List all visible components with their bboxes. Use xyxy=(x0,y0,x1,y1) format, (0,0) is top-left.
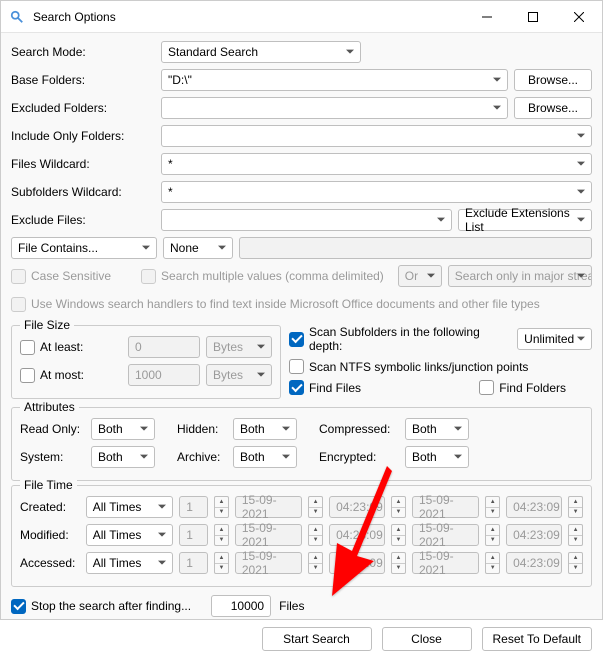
app-icon xyxy=(9,9,25,25)
subfolders-wildcard-label: Subfolders Wildcard: xyxy=(11,185,161,199)
created-date2: 15-09-2021 xyxy=(412,496,479,518)
compressed-label: Compressed: xyxy=(319,422,399,436)
modified-count: 1 xyxy=(179,524,208,546)
accessed-time2: 04:23:09 xyxy=(506,552,562,574)
search-mode-label: Search Mode: xyxy=(11,45,161,59)
created-label: Created: xyxy=(20,500,80,514)
browse-base-button[interactable]: Browse... xyxy=(514,69,592,91)
created-time2-spin: ▲▼ xyxy=(568,496,583,518)
created-count: 1 xyxy=(179,496,208,518)
created-date1: 15-09-2021 xyxy=(235,496,302,518)
scan-subfolders-checkbox[interactable]: Scan Subfolders in the following depth: xyxy=(289,325,505,353)
file-contains-combo[interactable]: File Contains... xyxy=(11,237,157,259)
created-combo[interactable]: All Times xyxy=(86,496,174,518)
files-wildcard-label: Files Wildcard: xyxy=(11,157,161,171)
system-label: System: xyxy=(20,450,85,464)
close-button[interactable]: Close xyxy=(382,627,472,651)
none-combo[interactable]: None xyxy=(163,237,233,259)
accessed-count-spin: ▲▼ xyxy=(214,552,229,574)
system-combo[interactable]: Both xyxy=(91,446,155,468)
at-most-input: 1000 xyxy=(128,364,200,386)
at-least-unit: Bytes xyxy=(206,336,272,358)
read-only-label: Read Only: xyxy=(20,422,85,436)
accessed-date2-spin: ▲▼ xyxy=(485,552,500,574)
at-most-unit: Bytes xyxy=(206,364,272,386)
modified-date1: 15-09-2021 xyxy=(235,524,302,546)
browse-excluded-button[interactable]: Browse... xyxy=(514,97,592,119)
encrypted-label: Encrypted: xyxy=(319,450,399,464)
hidden-label: Hidden: xyxy=(177,422,227,436)
modified-time1: 04:23:09 xyxy=(329,524,385,546)
accessed-date2: 15-09-2021 xyxy=(412,552,479,574)
start-search-button[interactable]: Start Search xyxy=(262,627,372,651)
created-count-spin: ▲▼ xyxy=(214,496,229,518)
created-time2: 04:23:09 xyxy=(506,496,562,518)
base-folders-label: Base Folders: xyxy=(11,73,161,87)
created-time1: 04:23:09 xyxy=(329,496,385,518)
accessed-time1-spin: ▲▼ xyxy=(391,552,406,574)
stop-after-checkbox[interactable]: Stop the search after finding... xyxy=(11,599,191,614)
or-combo: Or xyxy=(398,265,442,287)
window-title: Search Options xyxy=(33,10,464,24)
encrypted-combo[interactable]: Both xyxy=(405,446,469,468)
maximize-button[interactable] xyxy=(510,1,556,33)
at-least-checkbox[interactable]: At least: xyxy=(20,340,83,355)
case-sensitive-checkbox: Case Sensitive xyxy=(11,269,111,284)
at-most-checkbox[interactable]: At most: xyxy=(20,368,84,383)
excluded-folders-label: Excluded Folders: xyxy=(11,101,161,115)
files-wildcard-combo[interactable]: * xyxy=(161,153,592,175)
modified-date2-spin: ▲▼ xyxy=(485,524,500,546)
created-date1-spin: ▲▼ xyxy=(308,496,323,518)
include-only-combo[interactable] xyxy=(161,125,592,147)
contains-input xyxy=(239,237,592,259)
created-time1-spin: ▲▼ xyxy=(391,496,406,518)
accessed-combo[interactable]: All Times xyxy=(86,552,174,574)
close-window-button[interactable] xyxy=(556,1,602,33)
attributes-group: Attributes xyxy=(20,400,79,414)
read-only-combo[interactable]: Both xyxy=(91,418,155,440)
subfolders-wildcard-combo[interactable]: * xyxy=(161,181,592,203)
base-folders-combo[interactable]: "D:\" xyxy=(161,69,508,91)
archive-combo[interactable]: Both xyxy=(233,446,297,468)
accessed-label: Accessed: xyxy=(20,556,80,570)
use-windows-checkbox: Use Windows search handlers to find text… xyxy=(11,297,540,312)
find-folders-checkbox[interactable]: Find Folders xyxy=(479,380,566,395)
modified-date2: 15-09-2021 xyxy=(412,524,479,546)
at-least-input: 0 xyxy=(128,336,200,358)
accessed-date1-spin: ▲▼ xyxy=(308,552,323,574)
scan-ntfs-checkbox[interactable]: Scan NTFS symbolic links/junction points xyxy=(289,359,528,374)
accessed-time1: 04:23:09 xyxy=(329,552,385,574)
minimize-button[interactable] xyxy=(464,1,510,33)
compressed-combo[interactable]: Both xyxy=(405,418,469,440)
search-major-combo: Search only in major stream xyxy=(448,265,592,287)
accessed-date1: 15-09-2021 xyxy=(235,552,302,574)
depth-combo[interactable]: Unlimited xyxy=(517,328,592,350)
modified-time2: 04:23:09 xyxy=(506,524,562,546)
excluded-folders-combo[interactable] xyxy=(161,97,508,119)
exclude-files-combo[interactable] xyxy=(161,209,452,231)
search-mode-combo[interactable]: Standard Search xyxy=(161,41,361,63)
created-date2-spin: ▲▼ xyxy=(485,496,500,518)
titlebar: Search Options xyxy=(1,1,602,33)
modified-date1-spin: ▲▼ xyxy=(308,524,323,546)
find-files-checkbox[interactable]: Find Files xyxy=(289,380,361,395)
accessed-time2-spin: ▲▼ xyxy=(568,552,583,574)
files-unit-label: Files xyxy=(279,599,304,613)
modified-time1-spin: ▲▼ xyxy=(391,524,406,546)
modified-time2-spin: ▲▼ xyxy=(568,524,583,546)
modified-count-spin: ▲▼ xyxy=(214,524,229,546)
file-time-group: File Time xyxy=(20,478,77,492)
search-multiple-checkbox: Search multiple values (comma delimited) xyxy=(141,269,384,284)
file-size-group: File Size xyxy=(20,318,74,332)
hidden-combo[interactable]: Both xyxy=(233,418,297,440)
reset-default-button[interactable]: Reset To Default xyxy=(482,627,593,651)
modified-label: Modified: xyxy=(20,528,80,542)
archive-label: Archive: xyxy=(177,450,227,464)
exclude-ext-combo[interactable]: Exclude Extensions List xyxy=(458,209,592,231)
accessed-count: 1 xyxy=(179,552,208,574)
modified-combo[interactable]: All Times xyxy=(86,524,174,546)
include-only-label: Include Only Folders: xyxy=(11,129,161,143)
stop-count-input[interactable]: 10000 xyxy=(211,595,271,617)
exclude-files-label: Exclude Files: xyxy=(11,213,161,227)
